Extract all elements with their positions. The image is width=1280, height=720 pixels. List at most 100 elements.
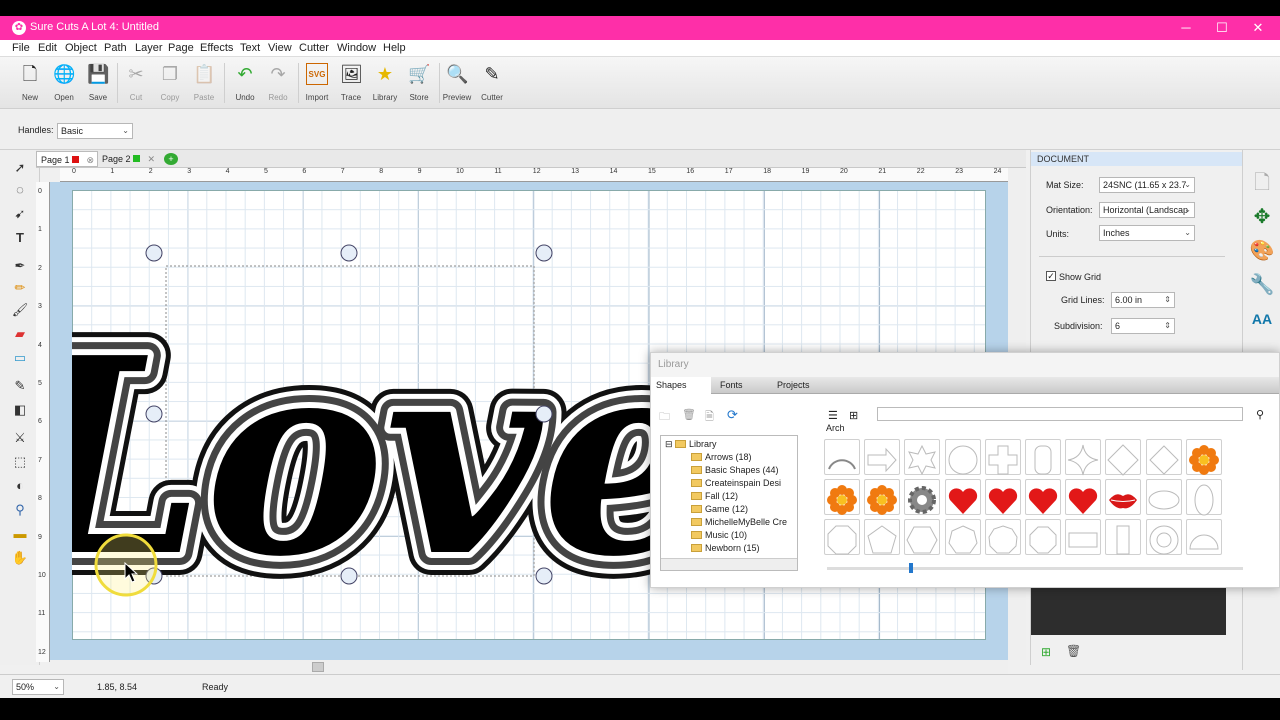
library-shape-ellipse-icon[interactable] [1145,479,1182,515]
save-button[interactable]: 💾 Save [81,61,115,105]
maximize-button[interactable]: ☐ [1204,16,1240,40]
units-select[interactable]: Inches ⌄ [1099,225,1195,241]
spinner-icon[interactable]: ⇕ [1164,293,1171,307]
select-arrow-icon[interactable]: ➚ [10,158,30,178]
eraser-icon[interactable]: ▰ [10,324,30,344]
pencil-icon[interactable]: ✏ [10,278,30,298]
spinner-icon[interactable]: ⇕ [1164,319,1171,333]
tree-item[interactable]: Createinspain Desi [691,477,781,490]
search-icon[interactable]: ⚲ [1256,408,1264,421]
menu-effects[interactable]: Effects [200,42,233,54]
library-tree[interactable]: ⊟ Library Arrows (18) Basic Shapes (44) … [660,435,798,571]
rectangle-icon[interactable]: ▭ [10,348,30,368]
refresh-icon[interactable]: ⟳ [727,407,738,423]
trace-button[interactable]: 🖼 Trace [334,61,368,105]
tree-item[interactable]: Arrows (18) [691,451,752,464]
library-shape-orange-flower-icon[interactable] [1185,439,1222,475]
document-icon[interactable]: 🗋 [1247,168,1277,198]
open-button[interactable]: 🌐 Open [47,61,81,105]
cut-button[interactable]: ✂ Cut [119,61,153,105]
resize-handle-icon[interactable] [340,567,358,585]
library-shape-octagon2-icon[interactable] [1025,519,1061,555]
menu-edit[interactable]: Edit [38,42,57,54]
move-arrows-icon[interactable]: ✥ [1247,202,1277,232]
tree-root[interactable]: ⊟ Library [665,438,717,451]
tree-item[interactable]: MichelleMyBelle Cre [691,516,787,529]
library-shape-orange-flower-icon[interactable] [824,479,860,515]
resize-handle-icon[interactable] [340,244,358,262]
library-shape-diamond-icon[interactable] [1105,439,1142,476]
tab-shapes[interactable]: Shapes [651,377,711,394]
tree-item[interactable]: Basic Shapes (44) [691,464,779,477]
library-search-input[interactable] [877,407,1243,421]
library-shape-dome-icon[interactable] [1185,519,1222,555]
cutter-button[interactable]: ✎ Cutter [475,61,509,105]
list-view-icon[interactable]: ☰ [828,409,838,422]
scroll-thumb[interactable] [312,662,324,672]
close-tab-icon[interactable]: ⊗ [86,152,94,168]
preview-button[interactable]: 🔍 Preview [440,61,474,105]
library-shape-lips-icon[interactable] [1105,479,1142,515]
text-panel-icon[interactable]: AA [1247,304,1277,334]
library-shape-rect-icon[interactable] [1065,519,1102,555]
grid-view-icon[interactable]: ⊞ [849,409,858,422]
menu-file[interactable]: File [12,42,30,54]
library-shape-nonagon-icon[interactable] [984,519,1021,555]
handles-select[interactable]: Basic ⌄ [57,123,133,139]
resize-handle-icon[interactable] [535,567,553,585]
layers-list[interactable] [1031,585,1226,635]
rotate-handle-icon[interactable] [535,244,553,262]
tree-item[interactable]: Music (10) [691,529,747,542]
library-shape-ring-icon[interactable] [1145,519,1182,555]
library-shape-heart-icon[interactable] [1025,479,1061,515]
tab-page-1[interactable]: Page 1 ⊗ [36,151,98,167]
close-tab-icon[interactable]: ✕ [147,151,155,167]
new-button[interactable]: 🗋 New [13,61,47,105]
new-folder-icon[interactable]: 🗀 [659,408,670,427]
knife-icon[interactable]: ⚔ [10,428,30,448]
library-shape-diamond2-icon[interactable] [1145,439,1182,475]
library-shape-tall-rect-icon[interactable] [1105,519,1142,555]
size-slider-thumb[interactable] [909,563,913,573]
hand-pan-icon[interactable]: ✋ [10,548,30,568]
love-artwork[interactable]: Love Love Love Love Love [72,275,736,639]
tree-item[interactable]: Game (12) [691,503,748,516]
library-shape-arrow-icon[interactable] [864,439,901,475]
delete-layer-icon[interactable]: 🗑 [1066,644,1081,658]
library-shape-octagon-icon[interactable] [824,519,860,555]
library-button[interactable]: ★ Library [368,61,402,105]
zoom-select[interactable]: 50% ⌄ [12,679,64,695]
gradient-icon[interactable]: ◧ [10,400,30,420]
wrench-icon[interactable]: 🔧 [1247,270,1277,300]
menu-help[interactable]: Help [383,42,406,54]
library-shape-tall-ellipse-icon[interactable] [1185,479,1222,516]
menu-view[interactable]: View [268,42,292,54]
add-page-icon[interactable]: + [164,153,178,165]
transform-icon[interactable]: ⬚ [10,452,30,472]
menu-cutter[interactable]: Cutter [299,42,329,54]
redo-button[interactable]: ↷ Redo [261,61,295,105]
minimize-button[interactable]: ─ [1168,16,1204,40]
pen-icon[interactable]: ✒ [10,256,30,276]
menu-path[interactable]: Path [104,42,127,54]
add-layer-icon[interactable]: ⊞ [1041,645,1051,659]
palette-icon[interactable]: 🎨 [1247,236,1277,266]
paste-button[interactable]: 📋 Paste [187,61,221,105]
library-shape-orange-flower-icon[interactable] [864,479,901,515]
mat-size-select[interactable]: 24SNC (11.65 x 23.7 ⌄ [1099,177,1195,193]
library-shape-gear-icon[interactable] [904,479,941,515]
eyedropper-icon[interactable]: ✎ [10,376,30,396]
menu-page[interactable]: Page [168,42,194,54]
brush-icon[interactable]: 🖌 [10,300,30,320]
library-shape-circle-icon[interactable] [944,439,981,475]
library-shape-cross-star-icon[interactable] [904,439,941,476]
library-shape-rounded-rect-icon[interactable] [1025,439,1061,475]
orientation-select[interactable]: Horizontal (Landscap ⌄ [1099,202,1195,218]
library-shape-heptagon-icon[interactable] [944,519,981,555]
tree-h-scrollbar[interactable] [661,558,797,570]
menu-text[interactable]: Text [240,42,260,54]
size-slider-track[interactable] [827,563,1243,573]
undo-button[interactable]: ↶ Undo [228,61,262,105]
import-icon[interactable]: 🗎 [705,408,714,427]
tab-page-2[interactable]: Page 2 ✕ [98,151,158,167]
